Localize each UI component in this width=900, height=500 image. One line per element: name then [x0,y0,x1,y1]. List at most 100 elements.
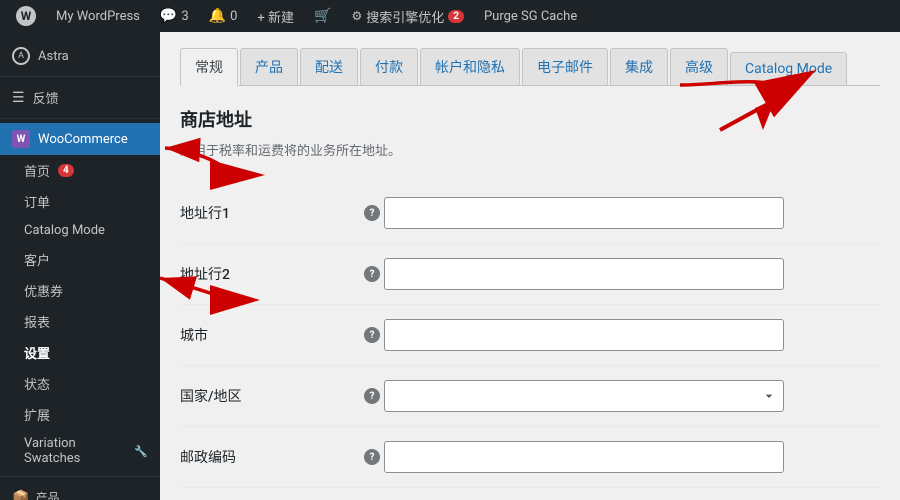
sidebar-item-catalog-mode[interactable]: Catalog Mode [12,217,160,244]
sidebar-item-coupons[interactable]: 优惠券 [12,275,160,306]
input-address1[interactable] [384,197,784,229]
label-address1: 地址行1 [180,203,360,223]
messages-count: 0 [230,9,237,24]
tab-shipping[interactable]: 配送 [300,48,358,85]
help-icon-postcode[interactable]: ? [364,449,380,465]
catalog-mode-label: Catalog Mode [24,223,105,238]
extensions-label: 扩展 [24,405,50,424]
sidebar-item-home[interactable]: 首页 4 [12,155,160,186]
input-address2[interactable] [384,258,784,290]
products-label: 产品 [35,489,59,500]
wp-logo-button[interactable]: W [8,0,44,32]
tab-products[interactable]: 产品 [240,48,298,85]
form-row-address1: 地址行1 ? [180,183,880,244]
form-row-country: 国家/地区 ? [180,366,880,427]
label-city: 城市 [180,325,360,345]
astra-label: Astra [38,49,69,64]
site-name-label: My WordPress [56,9,140,24]
help-icon-country[interactable]: ? [364,388,380,404]
tab-email[interactable]: 电子邮件 [522,48,608,85]
sidebar: A Astra ☰ 反馈 W WooCommerce 首页 4 [0,32,160,500]
variation-swatches-label: Variation Swatches [24,436,124,466]
input-wrap-address1 [384,197,880,229]
select-country[interactable] [384,380,784,412]
input-wrap-city [384,319,880,351]
form-row-city: 城市 ? [180,305,880,366]
section-description: 适用于税率和运费将的业务所在地址。 [180,140,880,159]
seo-ring-icon: ⚙ [351,9,362,23]
input-wrap-postcode [384,441,880,473]
tab-integration[interactable]: 集成 [610,48,668,85]
admin-bar: W My WordPress 💬 3 🔔 0 + 新建 🛒 ⚙ 搜索引擎优化 2… [0,0,900,32]
seo-label: 搜索引擎优化 [366,7,444,26]
settings-label: 设置 [24,343,50,362]
orders-label: 订单 [24,192,50,211]
woo-label: WooCommerce [38,132,128,147]
input-wrap-address2 [384,258,880,290]
tab-general[interactable]: 常规 [180,48,238,86]
home-label: 首页 [24,161,50,180]
main-layout: A Astra ☰ 反馈 W WooCommerce 首页 4 [0,32,900,500]
help-country[interactable]: ? [360,388,384,404]
tab-account-privacy[interactable]: 帐户和隐私 [420,48,520,85]
label-address2: 地址行2 [180,264,360,284]
feedback-icon: ☰ [12,90,25,106]
wp-icon: W [16,6,36,26]
help-icon-city[interactable]: ? [364,327,380,343]
comments-count: 3 [181,9,188,24]
sidebar-item-reports[interactable]: 报表 [12,306,160,337]
sidebar-sep-3 [0,476,160,477]
reports-label: 报表 [24,312,50,331]
sidebar-item-variation-swatches[interactable]: Variation Swatches 🔧 [12,430,160,472]
comment-icon: 💬 [160,8,177,24]
label-country: 国家/地区 [180,386,360,406]
site-name-button[interactable]: My WordPress [48,0,148,32]
sidebar-item-customers[interactable]: 客户 [12,244,160,275]
sidebar-item-extensions[interactable]: 扩展 [12,399,160,430]
help-postcode[interactable]: ? [360,449,384,465]
sidebar-item-astra[interactable]: A Astra [0,40,160,72]
help-address2[interactable]: ? [360,266,384,282]
wrench-icon: 🔧 [134,445,148,458]
tab-catalog-mode[interactable]: Catalog Mode [730,52,847,85]
home-badge: 4 [58,164,74,177]
sidebar-sub-menu: 首页 4 订单 Catalog Mode 客户 优惠券 报表 [0,155,160,472]
label-postcode: 邮政编码 [180,447,360,467]
status-label: 状态 [24,374,50,393]
input-city[interactable] [384,319,784,351]
seo-button[interactable]: ⚙ 搜索引擎优化 2 [343,0,472,32]
purge-cache-button[interactable]: Purge SG Cache [476,0,585,32]
message-icon: 🔔 [209,8,226,24]
input-postcode[interactable] [384,441,784,473]
new-button[interactable]: + 新建 [249,0,302,32]
feedback-label: 反馈 [33,88,59,107]
messages-button[interactable]: 🔔 0 [201,0,246,32]
input-wrap-country [384,380,880,412]
help-address1[interactable]: ? [360,205,384,221]
sidebar-sep-1 [0,76,160,77]
help-icon-address1[interactable]: ? [364,205,380,221]
tab-advanced[interactable]: 高级 [670,48,728,85]
sidebar-item-status[interactable]: 状态 [12,368,160,399]
section-title: 商店地址 [180,106,880,132]
sidebar-item-settings[interactable]: 设置 [12,337,160,368]
new-label: + 新建 [257,7,294,26]
sidebar-sep-2 [0,118,160,119]
coupons-label: 优惠券 [24,281,63,300]
help-city[interactable]: ? [360,327,384,343]
sidebar-item-orders[interactable]: 订单 [12,186,160,217]
cart-icon: 🛒 [314,8,331,24]
sidebar-item-feedback[interactable]: ☰ 反馈 [0,81,160,114]
cart-button[interactable]: 🛒 [306,0,339,32]
settings-tabs: 常规 产品 配送 付款 帐户和隐私 电子邮件 集成 [180,48,880,86]
content-area: 常规 产品 配送 付款 帐户和隐私 电子邮件 集成 [160,32,900,500]
products-icon: 📦 [12,490,29,500]
comments-button[interactable]: 💬 3 [152,0,197,32]
form-row-postcode: 邮政编码 ? [180,427,880,488]
help-icon-address2[interactable]: ? [364,266,380,282]
woo-icon: W [12,130,30,148]
sidebar-item-woocommerce[interactable]: W WooCommerce [0,123,160,155]
tab-payment[interactable]: 付款 [360,48,418,85]
sidebar-item-products[interactable]: 📦 产品 [0,481,160,500]
customers-label: 客户 [24,250,50,269]
